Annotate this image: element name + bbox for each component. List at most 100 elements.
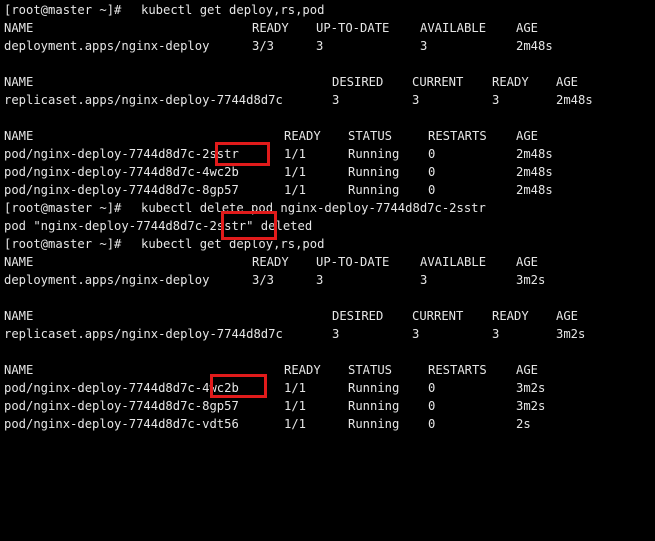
command-line: [root@master ~]# kubectl delete pod ngin… (0, 199, 655, 217)
deploy-available: 3 (420, 39, 428, 53)
pod-age: 3m2s (516, 381, 546, 395)
deploy-uptodate: 3 (316, 39, 324, 53)
column-name: NAME (4, 21, 34, 35)
deploy-header: NAME READY UP-TO-DATE AVAILABLE AGE (0, 253, 655, 271)
rs-header: NAME DESIRED CURRENT READY AGE (0, 307, 655, 325)
deploy-row: deployment.apps/nginx-deploy 3/3 3 3 3m2… (0, 271, 655, 289)
shell-prompt: [root@master ~]# (4, 201, 122, 215)
deploy-age: 3m2s (516, 273, 546, 287)
command-line: [root@master ~]# kubectl get deploy,rs,p… (0, 1, 655, 19)
column-name: NAME (4, 75, 34, 89)
pod-name: pod/nginx-deploy-7744d8d7c-2sstr (4, 147, 239, 161)
shell-command: kubectl get deploy,rs,pod (141, 3, 325, 17)
deploy-uptodate: 3 (316, 273, 324, 287)
deploy-available: 3 (420, 273, 428, 287)
deploy-name: deployment.apps/nginx-deploy (4, 273, 210, 287)
column-age: AGE (516, 363, 539, 377)
pod-row: pod/nginx-deploy-7744d8d7c-4wc2b 1/1 Run… (0, 163, 655, 181)
pod-ready: 1/1 (284, 417, 307, 431)
rs-row: replicaset.apps/nginx-deploy-7744d8d7c 3… (0, 325, 655, 343)
pod-age: 3m2s (516, 399, 546, 413)
pod-row: pod/nginx-deploy-7744d8d7c-4wc2b 1/1 Run… (0, 379, 655, 397)
column-name: NAME (4, 309, 34, 323)
column-ready: READY (492, 75, 529, 89)
pod-restarts: 0 (428, 165, 436, 179)
column-name: NAME (4, 255, 34, 269)
column-desired: DESIRED (332, 75, 384, 89)
column-ready: READY (284, 129, 321, 143)
column-age: AGE (556, 309, 579, 323)
command-line: [root@master ~]# kubectl get deploy,rs,p… (0, 235, 655, 253)
pod-row: pod/nginx-deploy-7744d8d7c-2sstr 1/1 Run… (0, 145, 655, 163)
rs-current: 3 (412, 327, 420, 341)
column-ready: READY (492, 309, 529, 323)
pod-row: pod/nginx-deploy-7744d8d7c-vdt56 1/1 Run… (0, 415, 655, 433)
pod-name: pod/nginx-deploy-7744d8d7c-4wc2b (4, 381, 239, 395)
pod-header: NAME READY STATUS RESTARTS AGE (0, 127, 655, 145)
pod-ready: 1/1 (284, 147, 307, 161)
pod-status: Running (348, 165, 400, 179)
shell-command: kubectl delete pod nginx-deploy-7744d8d7… (141, 201, 486, 215)
output-line: pod "nginx-deploy-7744d8d7c-2sstr" delet… (0, 217, 655, 235)
pod-name: pod/nginx-deploy-7744d8d7c-4wc2b (4, 165, 239, 179)
pod-header: NAME READY STATUS RESTARTS AGE (0, 361, 655, 379)
pod-restarts: 0 (428, 417, 436, 431)
column-name: NAME (4, 129, 34, 143)
column-desired: DESIRED (332, 309, 384, 323)
pod-restarts: 0 (428, 183, 436, 197)
pod-ready: 1/1 (284, 183, 307, 197)
pod-restarts: 0 (428, 147, 436, 161)
pod-status: Running (348, 183, 400, 197)
deploy-age: 2m48s (516, 39, 553, 53)
rs-row: replicaset.apps/nginx-deploy-7744d8d7c 3… (0, 91, 655, 109)
deploy-name: deployment.apps/nginx-deploy (4, 39, 210, 53)
column-available: AVAILABLE (420, 21, 487, 35)
rs-age: 3m2s (556, 327, 586, 341)
pod-name: pod/nginx-deploy-7744d8d7c-8gp57 (4, 183, 239, 197)
deploy-ready: 3/3 (252, 39, 275, 53)
rs-ready: 3 (492, 93, 500, 107)
column-restarts: RESTARTS (428, 129, 487, 143)
column-current: CURRENT (412, 309, 464, 323)
pod-age: 2s (516, 417, 531, 431)
rs-desired: 3 (332, 93, 340, 107)
rs-ready: 3 (492, 327, 500, 341)
deploy-row: deployment.apps/nginx-deploy 3/3 3 3 2m4… (0, 37, 655, 55)
pod-row: pod/nginx-deploy-7744d8d7c-8gp57 1/1 Run… (0, 397, 655, 415)
column-name: NAME (4, 363, 34, 377)
pod-name: pod/nginx-deploy-7744d8d7c-8gp57 (4, 399, 239, 413)
pod-row: pod/nginx-deploy-7744d8d7c-8gp57 1/1 Run… (0, 181, 655, 199)
column-restarts: RESTARTS (428, 363, 487, 377)
pod-ready: 1/1 (284, 165, 307, 179)
rs-name: replicaset.apps/nginx-deploy-7744d8d7c (4, 327, 283, 341)
deploy-ready: 3/3 (252, 273, 275, 287)
pod-status: Running (348, 399, 400, 413)
column-status: STATUS (348, 363, 393, 377)
column-age: AGE (516, 255, 539, 269)
rs-name: replicaset.apps/nginx-deploy-7744d8d7c (4, 93, 283, 107)
deploy-header: NAME READY UP-TO-DATE AVAILABLE AGE (0, 19, 655, 37)
pod-age: 2m48s (516, 183, 553, 197)
shell-command: kubectl get deploy,rs,pod (141, 237, 325, 251)
pod-status: Running (348, 381, 400, 395)
pod-age: 2m48s (516, 165, 553, 179)
pod-restarts: 0 (428, 381, 436, 395)
column-uptodate: UP-TO-DATE (316, 255, 390, 269)
rs-current: 3 (412, 93, 420, 107)
column-status: STATUS (348, 129, 393, 143)
terminal-window[interactable]: [root@master ~]# kubectl get deploy,rs,p… (0, 0, 655, 436)
shell-prompt: [root@master ~]# (4, 237, 122, 251)
pod-status: Running (348, 417, 400, 431)
column-ready: READY (284, 363, 321, 377)
column-available: AVAILABLE (420, 255, 487, 269)
rs-age: 2m48s (556, 93, 593, 107)
shell-prompt: [root@master ~]# (4, 3, 122, 17)
column-age: AGE (556, 75, 579, 89)
pod-status: Running (348, 147, 400, 161)
column-age: AGE (516, 21, 539, 35)
rs-desired: 3 (332, 327, 340, 341)
